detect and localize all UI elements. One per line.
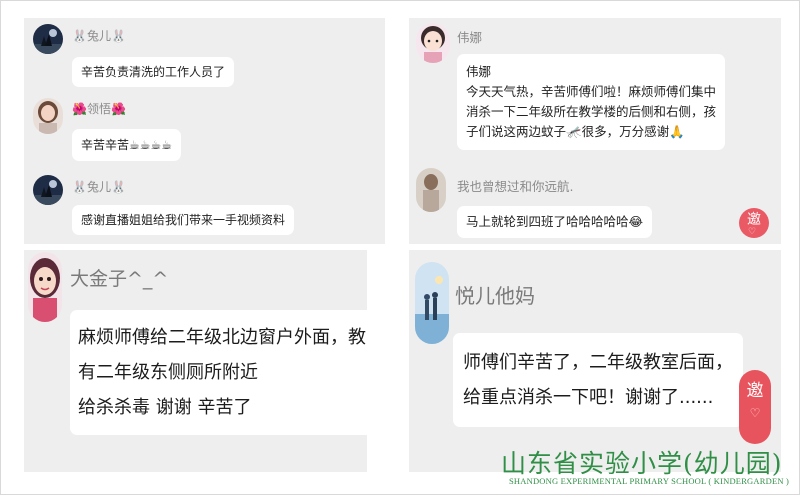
sender-name: 🐰兔儿🐰 xyxy=(72,180,126,194)
message-line: 给杀杀毒 谢谢 辛苦了 xyxy=(78,397,252,418)
night-landscape-avatar[interactable] xyxy=(33,175,63,205)
chat-panel-2: 伟娜 伟娜 今天天气热，辛苦师傅们啦！麻烦师傅们集中 消杀一下二年级所在教学楼的… xyxy=(409,18,781,244)
message-line: 有二年级东侧厕所附近 xyxy=(78,362,258,383)
message-line: 子们说这两边蚊子🦟很多，万分感谢🙏 xyxy=(466,124,685,139)
cartoon-girl-avatar[interactable] xyxy=(28,252,62,322)
sender-name: 🌺领悟🌺 xyxy=(72,102,126,116)
message-line: 今天天气热，辛苦师傅们啦！麻烦师傅们集中 xyxy=(466,84,717,99)
message-bubble: 感谢直播姐姐给我们带来一手视频资料 xyxy=(72,205,295,235)
school-watermark-english: SHANDONG EXPERIMENTAL PRIMARY SCHOOL ( K… xyxy=(509,476,790,486)
invite-button[interactable]: 邀 ♡ xyxy=(739,370,771,444)
sender-name: 我也曾想过和你远航. xyxy=(457,179,574,194)
message-bubble: 麻烦师傅给二年级北边窗户外面，教室后面 还 有二年级东侧厕所附近 给杀杀毒 谢谢… xyxy=(70,310,367,435)
chat-panel-1: 🐰兔儿🐰 辛苦负责清洗的工作人员了 🌺领悟🌺 辛苦辛苦☕☕☕☕ 🐰兔儿🐰 感谢直… xyxy=(24,18,385,244)
message-line: 消杀一下二年级所在教学楼的后侧和右侧，孩 xyxy=(466,104,717,119)
chat-panel-4: 悦儿他妈 师傅们辛苦了，二年级教室后面， 给重点消杀一下吧！谢谢了...... … xyxy=(409,250,781,472)
message-bubble: 辛苦负责清洗的工作人员了 xyxy=(72,57,235,87)
message-line: 马上就轮到四班了哈哈哈哈哈😂 xyxy=(466,214,644,229)
message-line: 麻烦师傅给二年级北边窗户外面，教室后面 还 xyxy=(78,327,367,348)
sender-name: 悦儿他妈 xyxy=(455,284,535,308)
message-bubble: 伟娜 今天天气热，辛苦师傅们啦！麻烦师傅们集中 消杀一下二年级所在教学楼的后侧和… xyxy=(457,54,726,150)
school-watermark-chinese: 山东省实验小学(幼儿园) xyxy=(501,449,783,478)
message-line: 伟娜 xyxy=(466,64,492,79)
beach-couple-avatar[interactable] xyxy=(415,262,449,344)
sender-name: 🐰兔儿🐰 xyxy=(72,29,126,43)
sender-name: 伟娜 xyxy=(457,30,483,45)
message-bubble: 马上就轮到四班了哈哈哈哈哈😂 xyxy=(457,206,653,238)
message-line: 师傅们辛苦了，二年级教室后面， xyxy=(463,352,733,373)
message-bubble: 辛苦辛苦☕☕☕☕ xyxy=(72,129,182,161)
chat-panel-3: 大金子^_^ 麻烦师傅给二年级北边窗户外面，教室后面 还 有二年级东侧厕所附近 … xyxy=(24,250,367,472)
invite-label: 邀 xyxy=(747,212,761,228)
night-landscape-avatar[interactable] xyxy=(33,24,63,54)
message-bubble: 师傅们辛苦了，二年级教室后面， 给重点消杀一下吧！谢谢了...... xyxy=(453,333,743,427)
invite-label: 邀 xyxy=(746,381,764,401)
photo-avatar[interactable] xyxy=(416,168,446,212)
cartoon-girl-avatar[interactable] xyxy=(416,23,450,63)
heart-icon: ♡ xyxy=(748,227,757,237)
sender-name: 大金子^_^ xyxy=(70,268,169,290)
message-line: 给重点消杀一下吧！谢谢了...... xyxy=(463,387,714,408)
invite-button[interactable]: 邀 ♡ xyxy=(739,208,769,238)
girl-avatar[interactable] xyxy=(33,98,63,134)
collage-frame: 🐰兔儿🐰 辛苦负责清洗的工作人员了 🌺领悟🌺 辛苦辛苦☕☕☕☕ 🐰兔儿🐰 感谢直… xyxy=(0,0,800,495)
heart-icon: ♡ xyxy=(749,406,761,420)
